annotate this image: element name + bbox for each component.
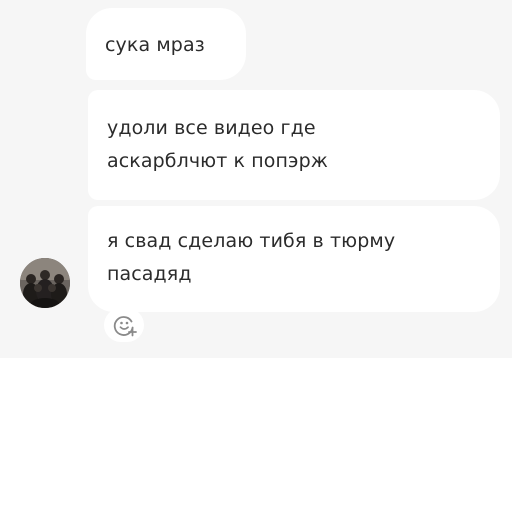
chat-thread: сука мраз удоли все видео где аскарблчют… [0, 0, 512, 358]
add-reaction-button[interactable] [104, 308, 144, 342]
add-reaction-icon [113, 316, 137, 337]
avatar[interactable] [20, 258, 70, 308]
group-photo-avatar [20, 258, 70, 308]
message-text: сука мраз [105, 34, 205, 56]
message-text: аскарблчют к попэрж [107, 150, 328, 172]
chat-screenshot: сука мраз удоли все видео где аскарблчют… [0, 0, 512, 512]
message-bubble[interactable]: я свад сделаю тибя в тюрму пасадяд [88, 206, 500, 312]
message-text: пасадяд [107, 263, 192, 285]
message-text: удоли все видео где [107, 117, 316, 139]
message-bubble[interactable]: сука мраз [86, 8, 246, 80]
message-text: я свад сделаю тибя в тюрму [107, 230, 396, 252]
message-bubble[interactable]: удоли все видео где аскарблчют к попэрж [88, 90, 500, 200]
